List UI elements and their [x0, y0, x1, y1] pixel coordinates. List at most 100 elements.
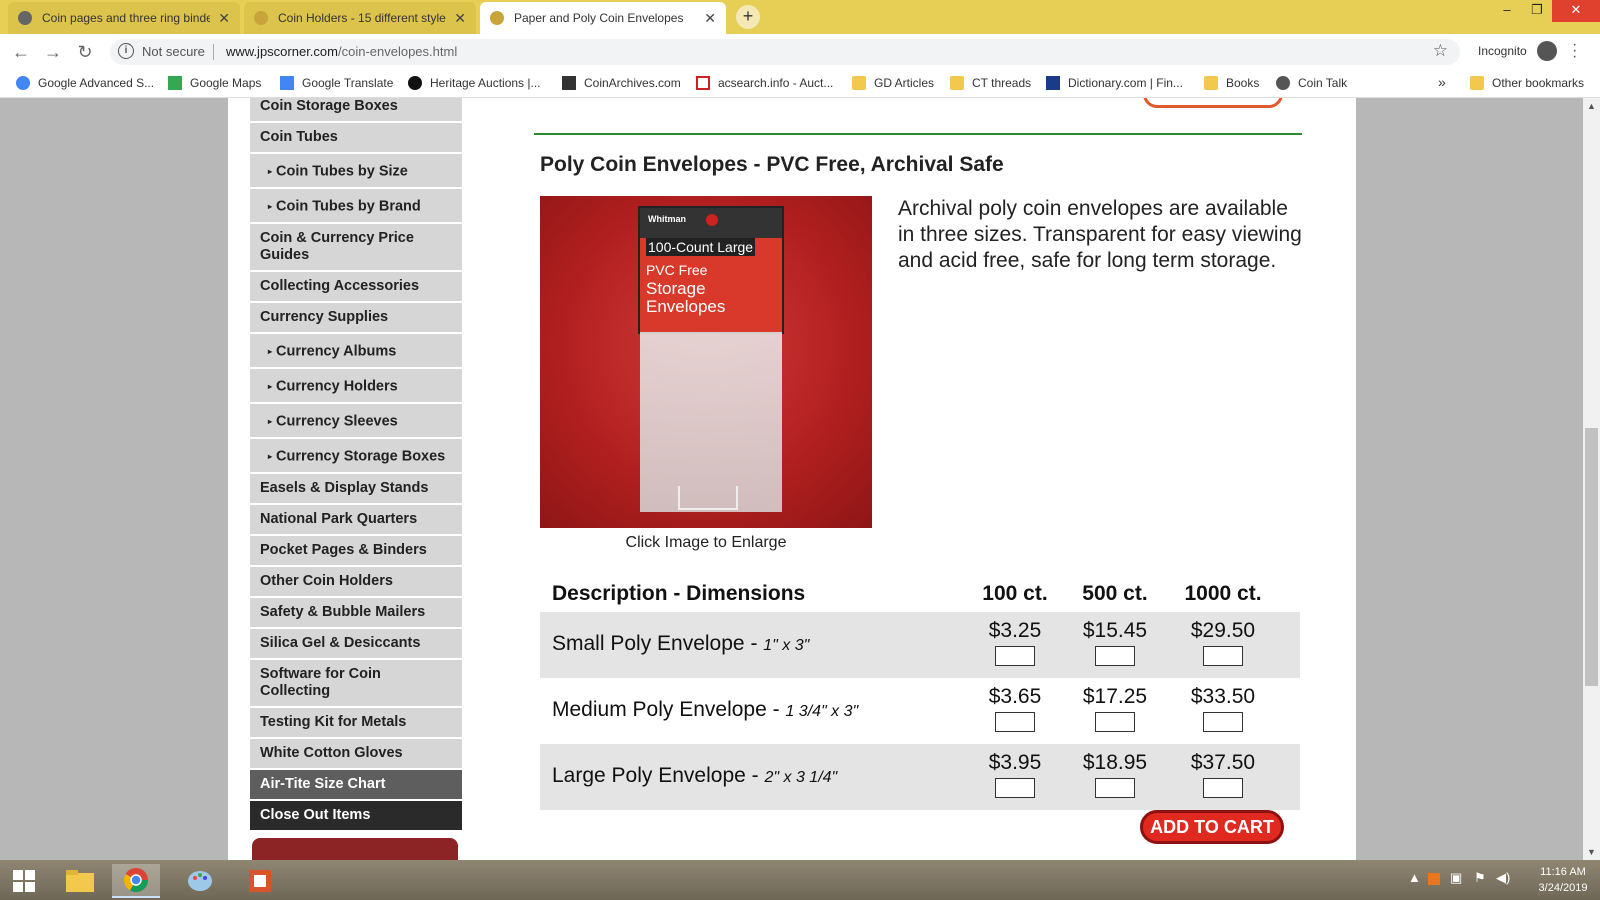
sidebar-item-software[interactable]: Software for Coin Collecting	[250, 660, 462, 708]
tab-coin-holders[interactable]: Coin Holders - 15 different styles ✕	[244, 2, 476, 34]
scroll-thumb[interactable]	[1585, 428, 1598, 686]
sidebar-item-currency-holders[interactable]: ▸ Currency Holders	[250, 369, 462, 404]
add-to-cart-button[interactable]: ADD TO CART	[1140, 810, 1284, 844]
bookmark-google-advanced[interactable]: Google Advanced S...	[16, 76, 154, 90]
image-caption[interactable]: Click Image to Enlarge	[540, 534, 872, 552]
sidebar-item-currency-albums[interactable]: ▸ Currency Albums	[250, 334, 462, 369]
bookmark-star-icon[interactable]: ☆	[1433, 41, 1448, 61]
flag-icon[interactable]: ⚑	[1474, 870, 1486, 886]
sidebar-item-coin-tubes[interactable]: Coin Tubes	[250, 123, 462, 154]
quantity-input[interactable]	[1095, 712, 1135, 732]
bookmark-google-maps[interactable]: Google Maps	[168, 76, 261, 90]
product-image[interactable]: Whitman 100-Count Large PVC Free Storage…	[540, 196, 872, 528]
bookmark-books[interactable]: Books	[1204, 76, 1259, 90]
bookmark-heritage-auctions[interactable]: Heritage Auctions |...	[408, 76, 541, 90]
close-window-icon[interactable]: ✕	[1552, 0, 1600, 22]
incognito-icon[interactable]	[1537, 41, 1557, 61]
sidebar-item-collecting-accessories[interactable]: Collecting Accessories	[250, 272, 462, 303]
reload-icon[interactable]: ↻	[74, 41, 96, 63]
sidebar-item-silica-gel[interactable]: Silica Gel & Desiccants	[250, 629, 462, 660]
sidebar-item-price-guides[interactable]: Coin & Currency Price Guides	[250, 224, 462, 272]
sidebar-item-air-tite-chart[interactable]: Air-Tite Size Chart	[250, 770, 462, 801]
navigation-bar: ← → ↻ i Not secure www.jpscorner.com/coi…	[0, 34, 1600, 70]
sidebar-item-national-park-quarters[interactable]: National Park Quarters	[250, 505, 462, 536]
bullet-icon: ▸	[268, 202, 273, 211]
bullet-icon: ▸	[268, 167, 273, 176]
page-scrollbar[interactable]: ▲ ▼	[1583, 98, 1600, 860]
security-label[interactable]: Not secure	[142, 44, 205, 59]
tray-expand-icon[interactable]: ▲	[1408, 870, 1421, 885]
google-icon	[16, 76, 30, 90]
sidebar-item-gloves[interactable]: White Cotton Gloves	[250, 739, 462, 770]
info-icon[interactable]: i	[118, 43, 134, 59]
sidebar-item-close-out[interactable]: Close Out Items	[250, 801, 462, 832]
sidebar-item-mailers[interactable]: Safety & Bubble Mailers	[250, 598, 462, 629]
sidebar-item-testing-kit[interactable]: Testing Kit for Metals	[250, 708, 462, 739]
network-icon[interactable]: ▣	[1450, 870, 1462, 886]
table-row: Large Poly Envelope - 2" x 3 1/4" $3.95 …	[540, 744, 1300, 810]
back-icon[interactable]: ←	[10, 41, 32, 63]
sidebar-item-easels[interactable]: Easels & Display Stands	[250, 474, 462, 505]
paint-icon[interactable]	[176, 864, 224, 898]
tab-coin-pages[interactable]: Coin pages and three ring binder ✕	[8, 2, 240, 34]
package-line2: Storage	[646, 279, 706, 298]
quantity-input[interactable]	[995, 778, 1035, 798]
quantity-input[interactable]	[1095, 646, 1135, 666]
bullet-icon: ▸	[268, 452, 273, 461]
translate-icon	[280, 76, 294, 90]
scroll-up-icon[interactable]: ▲	[1583, 98, 1600, 114]
coin-favicon-icon	[490, 11, 504, 25]
office-app-icon[interactable]	[236, 864, 284, 898]
bookmark-coinarchives[interactable]: CoinArchives.com	[562, 76, 681, 90]
file-explorer-icon[interactable]	[56, 864, 104, 898]
bookmark-dictionary[interactable]: Dictionary.com | Fin...	[1046, 76, 1183, 90]
sidebar-item-currency-sleeves[interactable]: ▸ Currency Sleeves	[250, 404, 462, 439]
quantity-input[interactable]	[995, 646, 1035, 666]
quantity-input[interactable]	[1203, 778, 1243, 798]
bookmark-google-translate[interactable]: Google Translate	[280, 76, 393, 90]
bookmark-gd-articles[interactable]: GD Articles	[852, 76, 934, 90]
scroll-down-icon[interactable]: ▼	[1583, 844, 1600, 860]
price-1000: $33.50	[1190, 685, 1256, 708]
sidebar-item-coin-tubes-by-size[interactable]: ▸ Coin Tubes by Size	[250, 154, 462, 189]
address-bar[interactable]: i Not secure www.jpscorner.com/coin-enve…	[110, 39, 1460, 65]
category-sidebar: Coin Storage Boxes Coin Tubes ▸ Coin Tube…	[250, 98, 462, 860]
sidebar-item-coin-tubes-by-brand[interactable]: ▸ Coin Tubes by Brand	[250, 189, 462, 224]
quantity-input[interactable]	[995, 712, 1035, 732]
quantity-input[interactable]	[1203, 646, 1243, 666]
other-bookmarks[interactable]: Other bookmarks	[1470, 76, 1584, 90]
minimize-icon[interactable]: –	[1492, 0, 1522, 22]
header-100ct: 100 ct.	[982, 582, 1048, 605]
price-1000: $37.50	[1190, 751, 1256, 774]
system-clock[interactable]: 11:16 AM 3/24/2019	[1530, 864, 1596, 896]
sidebar-item-currency-storage-boxes[interactable]: ▸ Currency Storage Boxes	[250, 439, 462, 474]
sidebar-item-coin-storage-boxes[interactable]: Coin Storage Boxes	[250, 98, 462, 123]
heritage-icon	[408, 76, 422, 90]
sidebar-item-other-coin-holders[interactable]: Other Coin Holders	[250, 567, 462, 598]
tab-close-icon[interactable]: ✕	[704, 10, 716, 27]
quantity-input[interactable]	[1203, 712, 1243, 732]
bookmarks-overflow-button[interactable]: »	[1438, 74, 1446, 90]
brand-logo: Whitman	[648, 214, 686, 224]
chrome-icon[interactable]	[112, 864, 160, 898]
quantity-input[interactable]	[1095, 778, 1135, 798]
tab-coin-envelopes[interactable]: Paper and Poly Coin Envelopes ✕	[480, 2, 726, 34]
bullet-icon: ▸	[268, 382, 273, 391]
tray-app-icon[interactable]	[1428, 873, 1440, 885]
sidebar-item-currency-supplies[interactable]: Currency Supplies	[250, 303, 462, 334]
bookmark-acsearch[interactable]: acsearch.info - Auct...	[696, 76, 833, 90]
row-description: Medium Poly Envelope - 1 3/4" x 3"	[552, 698, 859, 721]
top-cart-button-fragment[interactable]	[1143, 98, 1283, 108]
new-tab-button[interactable]: +	[736, 5, 760, 29]
bookmark-coin-talk[interactable]: Coin Talk	[1276, 76, 1347, 90]
volume-icon[interactable]: ◀)	[1496, 870, 1510, 886]
forward-icon[interactable]: →	[42, 41, 64, 63]
url-text[interactable]: www.jpscorner.com/coin-envelopes.html	[226, 44, 457, 59]
bookmark-ct-threads[interactable]: CT threads	[950, 76, 1031, 90]
tab-close-icon[interactable]: ✕	[454, 10, 466, 27]
tab-close-icon[interactable]: ✕	[218, 10, 230, 27]
restore-icon[interactable]: ❐	[1522, 0, 1552, 22]
windows-start-icon[interactable]	[0, 864, 48, 898]
sidebar-item-pocket-pages[interactable]: Pocket Pages & Binders	[250, 536, 462, 567]
menu-icon[interactable]: · · ·	[1572, 37, 1577, 65]
